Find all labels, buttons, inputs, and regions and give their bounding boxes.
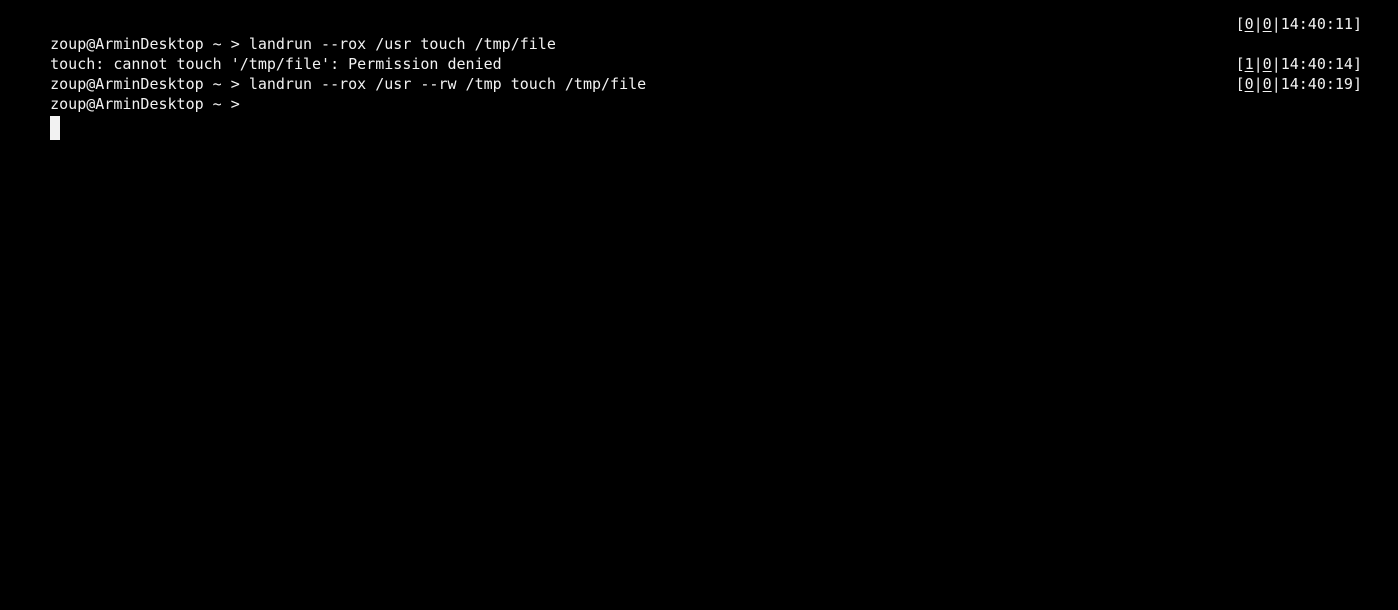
block-cursor-icon (50, 116, 61, 140)
timestamp: 14:40:19 (1280, 75, 1353, 93)
timestamp: 14:40:11 (1280, 15, 1353, 33)
terminal-line: zoup@ArminDesktop ~ > [0|0|14:40:19] (14, 74, 1382, 113)
terminal-input-line[interactable] (14, 94, 1382, 140)
jobs-count: 0 (1244, 15, 1254, 33)
exit-code: 0 (1262, 15, 1272, 33)
terminal-line: zoup@ArminDesktop ~ > landrun --rox /usr… (14, 14, 1382, 53)
jobs-count: 0 (1244, 75, 1254, 93)
right-prompt-status: [1|0|14:40:14] (1235, 55, 1362, 73)
timestamp: 14:40:14 (1280, 55, 1353, 73)
exit-code: 0 (1262, 55, 1272, 73)
right-prompt-status: [0|0|14:40:19] (1235, 75, 1362, 93)
jobs-count: 1 (1244, 55, 1254, 73)
terminal-line: touch: cannot touch '/tmp/file': Permiss… (14, 34, 1382, 73)
terminal-line: zoup@ArminDesktop ~ > landrun --rox /usr… (14, 54, 1382, 93)
right-prompt-status: [0|0|14:40:11] (1235, 15, 1362, 33)
terminal-window[interactable]: zoup@ArminDesktop ~ > landrun --rox /usr… (0, 0, 1398, 610)
exit-code: 0 (1262, 75, 1272, 93)
